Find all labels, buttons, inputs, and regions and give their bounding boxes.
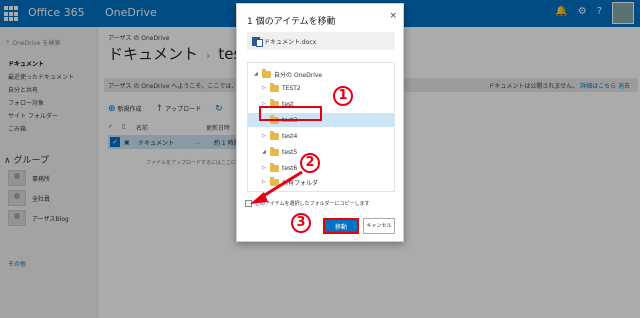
tree-node[interactable]: ▷ test4 bbox=[262, 129, 390, 143]
highlight-box-step1 bbox=[259, 106, 322, 121]
expanded-icon[interactable]: ◢ bbox=[262, 149, 267, 155]
file-name: ドキュメント.docx bbox=[264, 38, 317, 46]
arrow-icon bbox=[250, 170, 303, 204]
folder-icon bbox=[270, 82, 279, 92]
folder-icon bbox=[270, 146, 279, 156]
folder-icon bbox=[270, 130, 279, 140]
dialog-title: 1 個のアイテムを移動 bbox=[247, 17, 336, 27]
tree-node[interactable]: ▷ TEST2 bbox=[262, 81, 390, 95]
cancel-button[interactable]: キャンセル bbox=[363, 218, 395, 234]
word-icon bbox=[252, 36, 263, 47]
close-icon[interactable]: × bbox=[389, 11, 397, 21]
move-button[interactable]: 移動 bbox=[323, 218, 359, 234]
step-badge-3: 3 bbox=[291, 213, 311, 233]
tree-node[interactable]: ◢ test5 bbox=[262, 145, 390, 159]
step-badge-1: 1 bbox=[333, 86, 353, 106]
selected-file: ドキュメント.docx bbox=[247, 32, 395, 50]
tree-node-root[interactable]: ◢ 自分の OneDrive bbox=[254, 67, 390, 81]
chevron-right-icon[interactable]: ▷ bbox=[262, 85, 267, 91]
folder-icon bbox=[262, 68, 271, 78]
chevron-right-icon[interactable]: ▷ bbox=[262, 133, 267, 139]
expanded-icon[interactable]: ◢ bbox=[254, 71, 259, 77]
